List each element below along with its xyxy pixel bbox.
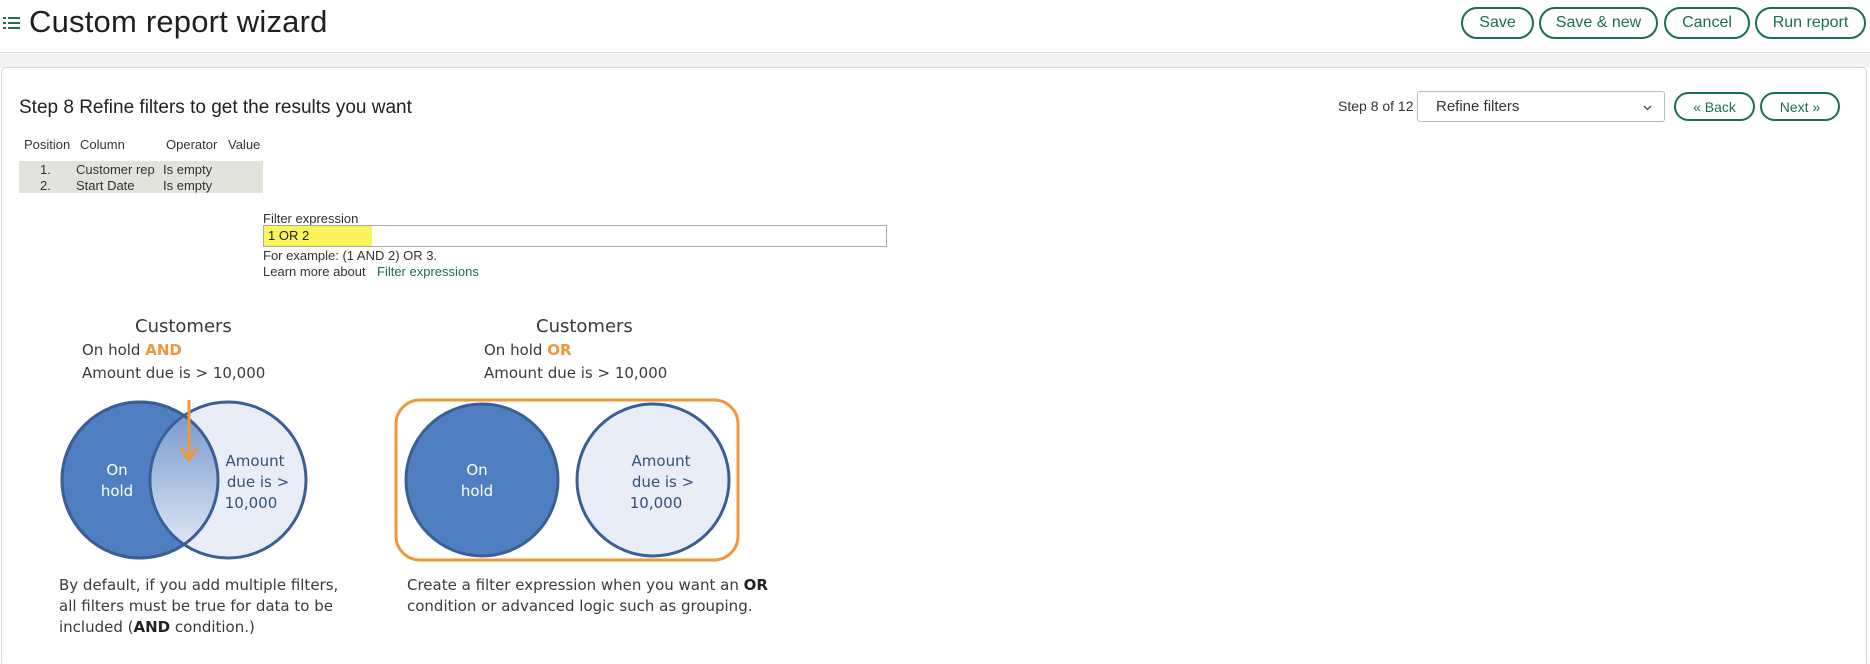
and-caption-suffix: condition.) bbox=[170, 618, 255, 636]
or-right-text-1: Amount bbox=[632, 452, 691, 470]
or-caption-prefix: Create a filter expression when you want… bbox=[407, 576, 744, 594]
and-right-text-3: 10,000 bbox=[225, 494, 278, 512]
and-caption-line2: all filters must be true for data to be bbox=[59, 597, 333, 615]
and-caption-line3: included (AND condition.) bbox=[59, 617, 338, 638]
or-right-text-2: due is > bbox=[632, 473, 694, 491]
or-caption-keyword: OR bbox=[743, 576, 768, 594]
and-caption: By default, if you add multiple filters,… bbox=[59, 575, 338, 638]
or-left-text-2: hold bbox=[461, 482, 493, 500]
and-right-text-1: Amount bbox=[226, 452, 285, 470]
or-left-circle bbox=[404, 402, 560, 558]
and-right-text-2: due is > bbox=[227, 473, 289, 491]
and-caption-prefix: included ( bbox=[59, 618, 134, 636]
and-caption-keyword: AND bbox=[133, 618, 171, 636]
or-left-text-1: On bbox=[466, 461, 487, 479]
or-caption: Create a filter expression when you want… bbox=[407, 575, 768, 617]
or-caption-line1: Create a filter expression when you want… bbox=[407, 575, 768, 596]
and-caption-line1: By default, if you add multiple filters, bbox=[59, 576, 339, 594]
or-caption-line2: condition or advanced logic such as grou… bbox=[407, 597, 753, 615]
and-left-text-1: On bbox=[106, 461, 127, 479]
venn-diagrams: On hold Amount due is > 10,000 On hold A… bbox=[60, 398, 740, 562]
or-right-text-3: 10,000 bbox=[630, 494, 683, 512]
and-left-text-2: hold bbox=[101, 482, 133, 500]
